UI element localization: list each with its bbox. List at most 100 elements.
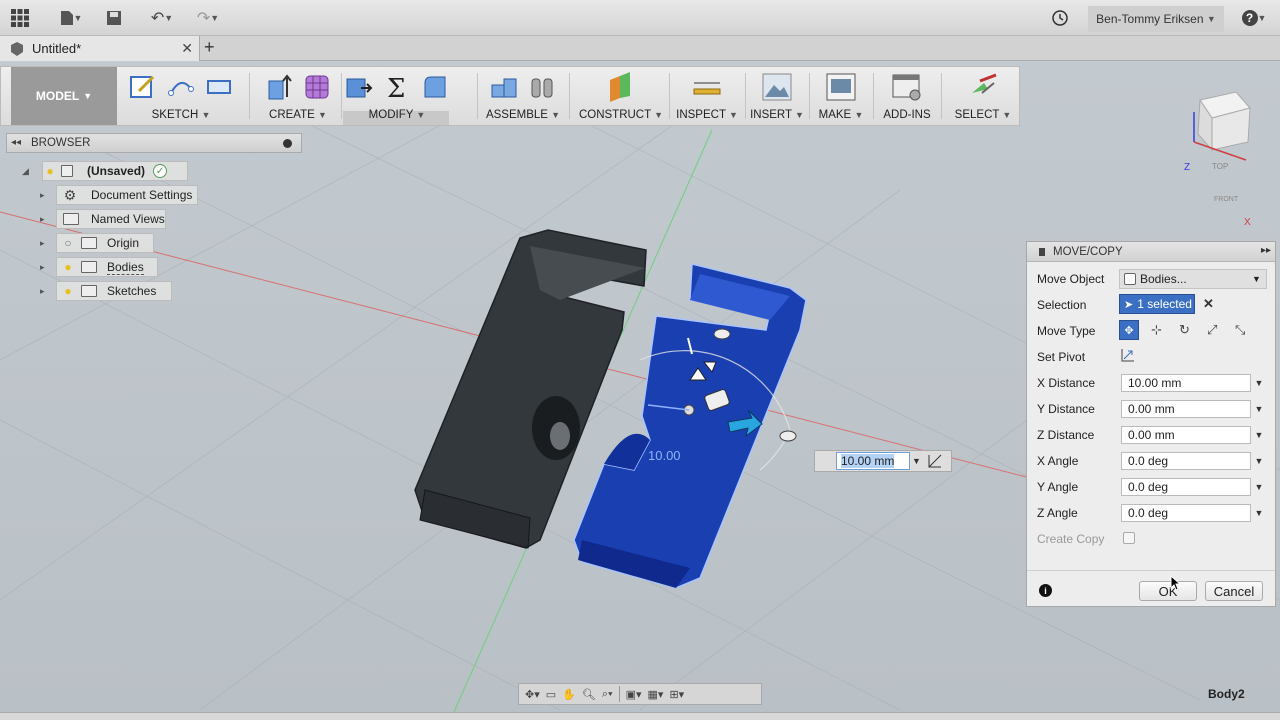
grid-settings-icon[interactable]: ▦▾: [648, 688, 664, 701]
press-pull-icon[interactable]: [344, 72, 374, 102]
visibility-bulb-icon[interactable]: ●: [61, 284, 75, 298]
fillet-icon[interactable]: [420, 72, 450, 102]
dialog-header[interactable]: MOVE/COPY ▸▸: [1027, 242, 1275, 262]
zoom-window-icon[interactable]: ⌕▾: [602, 688, 613, 701]
distance-value-input[interactable]: 10.00 mm: [836, 452, 910, 470]
visibility-bulb-off-icon[interactable]: ○: [61, 236, 75, 250]
set-pivot-icon[interactable]: [1121, 348, 1135, 362]
point-to-position-icon[interactable]: ⤡: [1235, 322, 1245, 338]
clear-selection-icon[interactable]: ✕: [1203, 296, 1214, 312]
tree-root[interactable]: ● (Unsaved) ✓: [42, 161, 188, 181]
z-distance-input[interactable]: 0.00 mm: [1121, 426, 1251, 444]
zoom-icon[interactable]: 🔍︎: [582, 688, 596, 701]
look-at-icon[interactable]: ▭: [546, 688, 556, 701]
expand-root-icon[interactable]: ◢: [22, 166, 29, 177]
joint-icon[interactable]: [527, 72, 557, 102]
workspace-switcher[interactable]: MODEL ▼: [11, 67, 117, 125]
distance-dropdown-icon[interactable]: ▼: [912, 456, 921, 466]
x-angle-dropdown-icon[interactable]: ▼: [1253, 452, 1265, 470]
create-sketch-icon[interactable]: [128, 72, 158, 102]
z-angle-dropdown-icon[interactable]: ▼: [1253, 504, 1265, 522]
display-settings-icon[interactable]: ▣▾: [626, 688, 642, 701]
measure-pick-icon[interactable]: [928, 454, 942, 468]
offset-plane-icon[interactable]: [606, 72, 636, 102]
tree-item-sketches[interactable]: ● Sketches: [56, 281, 172, 301]
document-icon: [11, 41, 23, 56]
select-group[interactable]: SELECT ▼: [951, 67, 1015, 125]
close-tab-icon[interactable]: ✕: [181, 40, 193, 57]
tree-item-origin[interactable]: ○ Origin: [56, 233, 154, 253]
ok-button[interactable]: OK: [1139, 581, 1197, 601]
select-label: SELECT: [954, 109, 1000, 121]
browser-panel-header[interactable]: ◂◂ BROWSER: [6, 133, 302, 153]
select-icon[interactable]: [968, 72, 998, 102]
y-angle-dropdown-icon[interactable]: ▼: [1253, 478, 1265, 496]
extrude-icon[interactable]: [264, 72, 294, 102]
expand-origin-icon[interactable]: ▸: [40, 238, 45, 249]
assemble-group[interactable]: ASSEMBLE ▼: [485, 67, 561, 125]
visibility-bulb-icon[interactable]: ●: [61, 260, 75, 274]
z-distance-dropdown-icon[interactable]: ▼: [1253, 426, 1265, 444]
expand-dialog-icon[interactable]: ▸▸: [1261, 245, 1271, 256]
tree-item-named-views[interactable]: Named Views: [56, 209, 166, 229]
sketch-group[interactable]: SKETCH ▼: [125, 67, 237, 125]
x-distance-dropdown-icon[interactable]: ▼: [1253, 374, 1265, 392]
viewports-icon[interactable]: ⊞▾: [669, 688, 684, 701]
insert-group[interactable]: INSERT ▼: [750, 67, 804, 125]
expand-document-settings-icon[interactable]: ▸: [40, 190, 45, 201]
make-group[interactable]: MAKE ▼: [815, 67, 867, 125]
new-component-icon[interactable]: [489, 72, 519, 102]
dialog-grip-icon[interactable]: [1039, 248, 1045, 256]
orbit-icon[interactable]: ✥▾: [525, 688, 540, 701]
addins-group[interactable]: ADD-INS: [879, 67, 935, 125]
info-icon[interactable]: i: [1039, 584, 1052, 597]
form-icon[interactable]: [302, 72, 332, 102]
collapse-browser-icon[interactable]: ◂◂: [11, 137, 21, 148]
file-menu-icon[interactable]: ▼: [56, 8, 86, 28]
pan-hand-icon[interactable]: ✋: [562, 688, 576, 701]
undo-icon[interactable]: ↶ ▼: [144, 8, 180, 28]
free-move-icon[interactable]: ✥: [1119, 320, 1139, 340]
modify-group[interactable]: Σ MODIFY ▼: [345, 67, 449, 125]
create-copy-checkbox[interactable]: [1123, 532, 1135, 544]
y-distance-dropdown-icon[interactable]: ▼: [1253, 400, 1265, 418]
app-grid-icon[interactable]: [10, 8, 30, 28]
selection-chip[interactable]: ➤ 1 selected: [1119, 294, 1195, 314]
translate-icon[interactable]: ⊹: [1151, 322, 1162, 338]
tree-item-bodies[interactable]: ● Bodies: [56, 257, 158, 277]
user-account-menu[interactable]: Ben-Tommy Eriksen ▼: [1088, 6, 1224, 32]
construct-group[interactable]: CONSTRUCT ▼: [577, 67, 665, 125]
point-to-point-icon[interactable]: ⤢: [1207, 322, 1217, 338]
history-clock-icon[interactable]: [1050, 8, 1070, 28]
expand-bodies-icon[interactable]: ▸: [40, 262, 45, 273]
scripts-icon[interactable]: [892, 72, 922, 102]
move-object-dropdown[interactable]: Bodies... ▼: [1119, 269, 1267, 289]
rotate-icon[interactable]: ↻: [1179, 322, 1190, 338]
save-icon[interactable]: [104, 8, 124, 28]
sigma-icon[interactable]: Σ: [382, 72, 412, 102]
y-angle-input[interactable]: 0.0 deg: [1121, 478, 1251, 496]
new-tab-button[interactable]: +: [204, 38, 222, 58]
redo-icon[interactable]: ↷ ▼: [190, 8, 226, 28]
rectangle-icon[interactable]: [204, 72, 234, 102]
x-distance-input[interactable]: 10.00 mm: [1121, 374, 1251, 392]
tree-item-document-settings[interactable]: ⚙ Document Settings: [56, 185, 198, 205]
help-icon[interactable]: ? ▼: [1238, 8, 1270, 28]
expand-named-views-icon[interactable]: ▸: [40, 214, 45, 225]
document-tab[interactable]: Untitled* ✕: [0, 36, 200, 61]
expand-sketches-icon[interactable]: ▸: [40, 286, 45, 297]
z-angle-input[interactable]: 0.0 deg: [1121, 504, 1251, 522]
create-label: CREATE: [269, 109, 315, 121]
line-icon[interactable]: [166, 72, 196, 102]
measure-icon[interactable]: [692, 72, 722, 102]
move-object-value: Bodies...: [1140, 272, 1187, 286]
cancel-button[interactable]: Cancel: [1205, 581, 1263, 601]
visibility-bulb-icon[interactable]: ●: [43, 164, 57, 178]
x-angle-input[interactable]: 0.0 deg: [1121, 452, 1251, 470]
insert-image-icon[interactable]: [762, 72, 792, 102]
inspect-group[interactable]: INSPECT ▼: [676, 67, 738, 125]
browser-pin-icon[interactable]: [283, 139, 292, 148]
y-distance-input[interactable]: 0.00 mm: [1121, 400, 1251, 418]
3d-print-icon[interactable]: [826, 72, 856, 102]
create-group[interactable]: CREATE ▼: [257, 67, 339, 125]
